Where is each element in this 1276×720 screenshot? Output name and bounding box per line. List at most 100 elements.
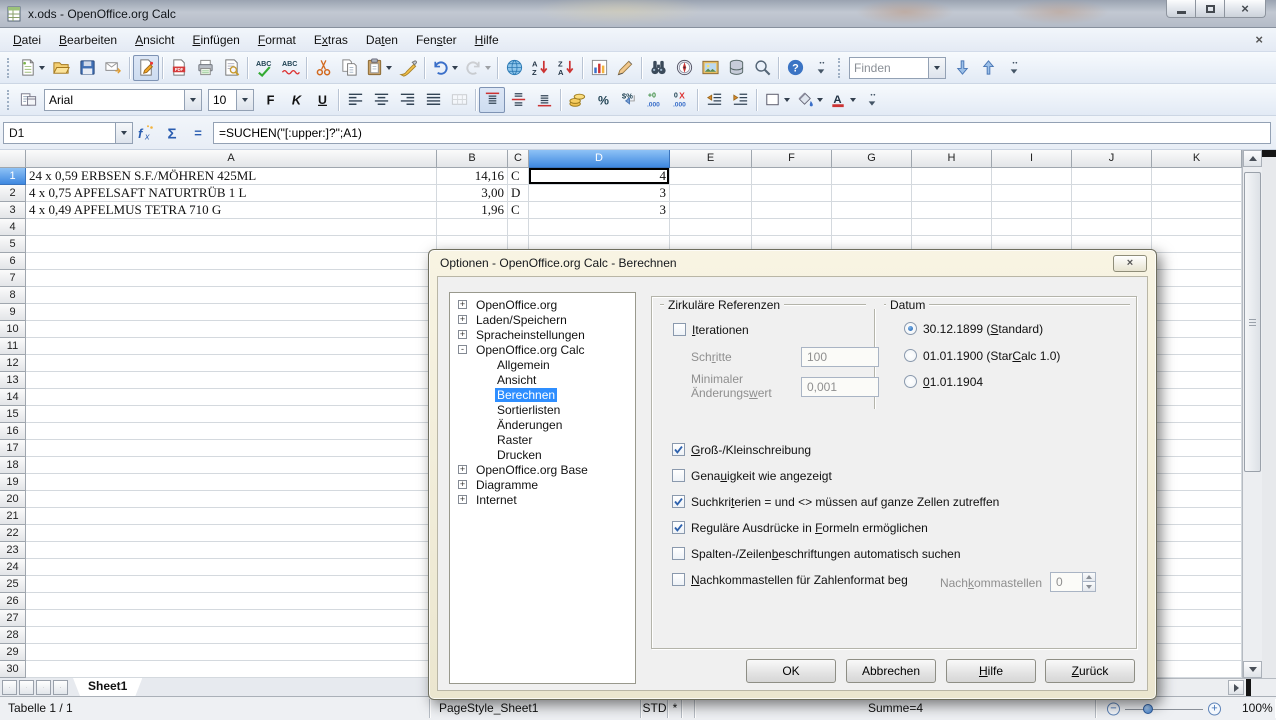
- grid-corner[interactable]: [0, 150, 26, 168]
- cell-E4[interactable]: [670, 219, 752, 236]
- cell-K23[interactable]: [1152, 542, 1242, 559]
- row-header-25[interactable]: 25: [0, 576, 26, 593]
- cell-K15[interactable]: [1152, 406, 1242, 423]
- row-header-15[interactable]: 15: [0, 406, 26, 423]
- styles-button[interactable]: [15, 87, 41, 113]
- checkbox-genauigkeit-wie-angezeigt[interactable]: Genauigkeit wie angezeigt: [672, 469, 832, 483]
- sort-descending-button[interactable]: ZA: [553, 55, 579, 81]
- row-header-9[interactable]: 9: [0, 304, 26, 321]
- tree-item-sortierlisten[interactable]: Sortierlisten: [450, 402, 635, 417]
- gallery-button[interactable]: [697, 55, 723, 81]
- cell-K8[interactable]: [1152, 287, 1242, 304]
- cell-J1[interactable]: [1072, 168, 1152, 185]
- menu-format[interactable]: Format: [249, 29, 305, 51]
- row-header-19[interactable]: 19: [0, 474, 26, 491]
- row-header-24[interactable]: 24: [0, 559, 26, 576]
- cell-A29[interactable]: [26, 644, 437, 661]
- cell-D4[interactable]: [529, 219, 670, 236]
- cell-A25[interactable]: [26, 576, 437, 593]
- cell-K13[interactable]: [1152, 372, 1242, 389]
- italic-button[interactable]: K: [283, 87, 309, 113]
- tree-item-openoffice-org[interactable]: +OpenOffice.org: [450, 297, 635, 312]
- split-handle-top[interactable]: [1262, 150, 1276, 157]
- row-header-3[interactable]: 3: [0, 202, 26, 219]
- cell-K26[interactable]: [1152, 593, 1242, 610]
- menu-einf-gen[interactable]: Einfügen: [183, 29, 248, 51]
- cell-A27[interactable]: [26, 610, 437, 627]
- navigator-button[interactable]: [671, 55, 697, 81]
- previous-sheet-button[interactable]: [19, 680, 34, 695]
- row-header-29[interactable]: 29: [0, 644, 26, 661]
- font-size-combobox[interactable]: [208, 89, 254, 111]
- column-header-I[interactable]: I: [992, 150, 1072, 168]
- cell-K19[interactable]: [1152, 474, 1242, 491]
- status-zoom-percent[interactable]: 100%: [1234, 699, 1275, 718]
- zoom-slider-track[interactable]: [1125, 709, 1203, 710]
- align-justify-button[interactable]: [420, 87, 446, 113]
- edit-file-button[interactable]: [133, 55, 159, 81]
- menu-extras[interactable]: Extras: [305, 29, 357, 51]
- date-radio-01-01-1900-starcalc-1-0[interactable]: 01.01.1900 (StarCalc 1.0): [904, 349, 1060, 363]
- iterations-checkbox[interactable]: Iterationen: [673, 323, 749, 337]
- cell-F3[interactable]: [752, 202, 832, 219]
- minimize-button[interactable]: [1166, 0, 1196, 18]
- split-handle-bottom[interactable]: [1246, 679, 1251, 697]
- column-header-D[interactable]: D: [529, 150, 670, 168]
- cell-A10[interactable]: [26, 321, 437, 338]
- row-header-10[interactable]: 10: [0, 321, 26, 338]
- ok-button[interactable]: OK: [746, 659, 836, 683]
- cell-A12[interactable]: [26, 355, 437, 372]
- cell-C4[interactable]: [508, 219, 529, 236]
- cell-F1[interactable]: [752, 168, 832, 185]
- show-draw-functions-button[interactable]: [612, 55, 638, 81]
- checkbox-suchkriterien-und-m-ssen-auf-ganze-zellen-zutreffen[interactable]: Suchkriterien = und <> müssen auf ganze …: [672, 495, 999, 509]
- cell-K17[interactable]: [1152, 440, 1242, 457]
- column-header-J[interactable]: J: [1072, 150, 1152, 168]
- cell-B3[interactable]: 1,96: [437, 202, 508, 219]
- tree-item-internet[interactable]: +Internet: [450, 492, 635, 507]
- data-sources-button[interactable]: [723, 55, 749, 81]
- menu-datei[interactable]: Datei: [4, 29, 50, 51]
- align-right-button[interactable]: [394, 87, 420, 113]
- column-header-F[interactable]: F: [752, 150, 832, 168]
- delete-decimal-button[interactable]: 0X.000: [668, 87, 694, 113]
- cell-K2[interactable]: [1152, 185, 1242, 202]
- cell-K1[interactable]: [1152, 168, 1242, 185]
- status-sum[interactable]: Summe=4: [696, 699, 1096, 718]
- row-header-27[interactable]: 27: [0, 610, 26, 627]
- cell-K24[interactable]: [1152, 559, 1242, 576]
- cell-K21[interactable]: [1152, 508, 1242, 525]
- menu-bearbeiten[interactable]: Bearbeiten: [50, 29, 126, 51]
- cell-G2[interactable]: [832, 185, 912, 202]
- checkbox-gro-kleinschreibung[interactable]: Groß-/Kleinschreibung: [672, 443, 811, 457]
- cell-B1[interactable]: 14,16: [437, 168, 508, 185]
- cell-A8[interactable]: [26, 287, 437, 304]
- new-document-button[interactable]: [15, 55, 48, 81]
- column-header-K[interactable]: K: [1152, 150, 1242, 168]
- cell-A9[interactable]: [26, 304, 437, 321]
- row-header-23[interactable]: 23: [0, 542, 26, 559]
- cell-K4[interactable]: [1152, 219, 1242, 236]
- bold-button[interactable]: F: [257, 87, 283, 113]
- font-color-dropdown[interactable]: [850, 98, 856, 102]
- cell-A1[interactable]: 24 x 0,59 ERBSEN S.F./MÖHREN 425ML: [26, 168, 437, 185]
- name-box[interactable]: D1: [3, 122, 133, 144]
- row-header-4[interactable]: 4: [0, 219, 26, 236]
- row-header-21[interactable]: 21: [0, 508, 26, 525]
- increase-indent-button[interactable]: [727, 87, 753, 113]
- expand-icon[interactable]: +: [458, 465, 467, 474]
- cell-K20[interactable]: [1152, 491, 1242, 508]
- cell-H2[interactable]: [912, 185, 992, 202]
- formula-input[interactable]: [213, 122, 1271, 144]
- cell-K22[interactable]: [1152, 525, 1242, 542]
- row-header-17[interactable]: 17: [0, 440, 26, 457]
- row-header-5[interactable]: 5: [0, 236, 26, 253]
- date-radio-30-12-1899-standard[interactable]: 30.12.1899 (Standard): [904, 322, 1043, 336]
- sheet-tab-sheet1[interactable]: Sheet1: [73, 678, 142, 696]
- export-pdf-button[interactable]: PDF: [166, 55, 192, 81]
- font-name-input[interactable]: [45, 90, 184, 110]
- cell-A13[interactable]: [26, 372, 437, 389]
- print-preview-button[interactable]: [218, 55, 244, 81]
- insert-chart-button[interactable]: [586, 55, 612, 81]
- cell-H4[interactable]: [912, 219, 992, 236]
